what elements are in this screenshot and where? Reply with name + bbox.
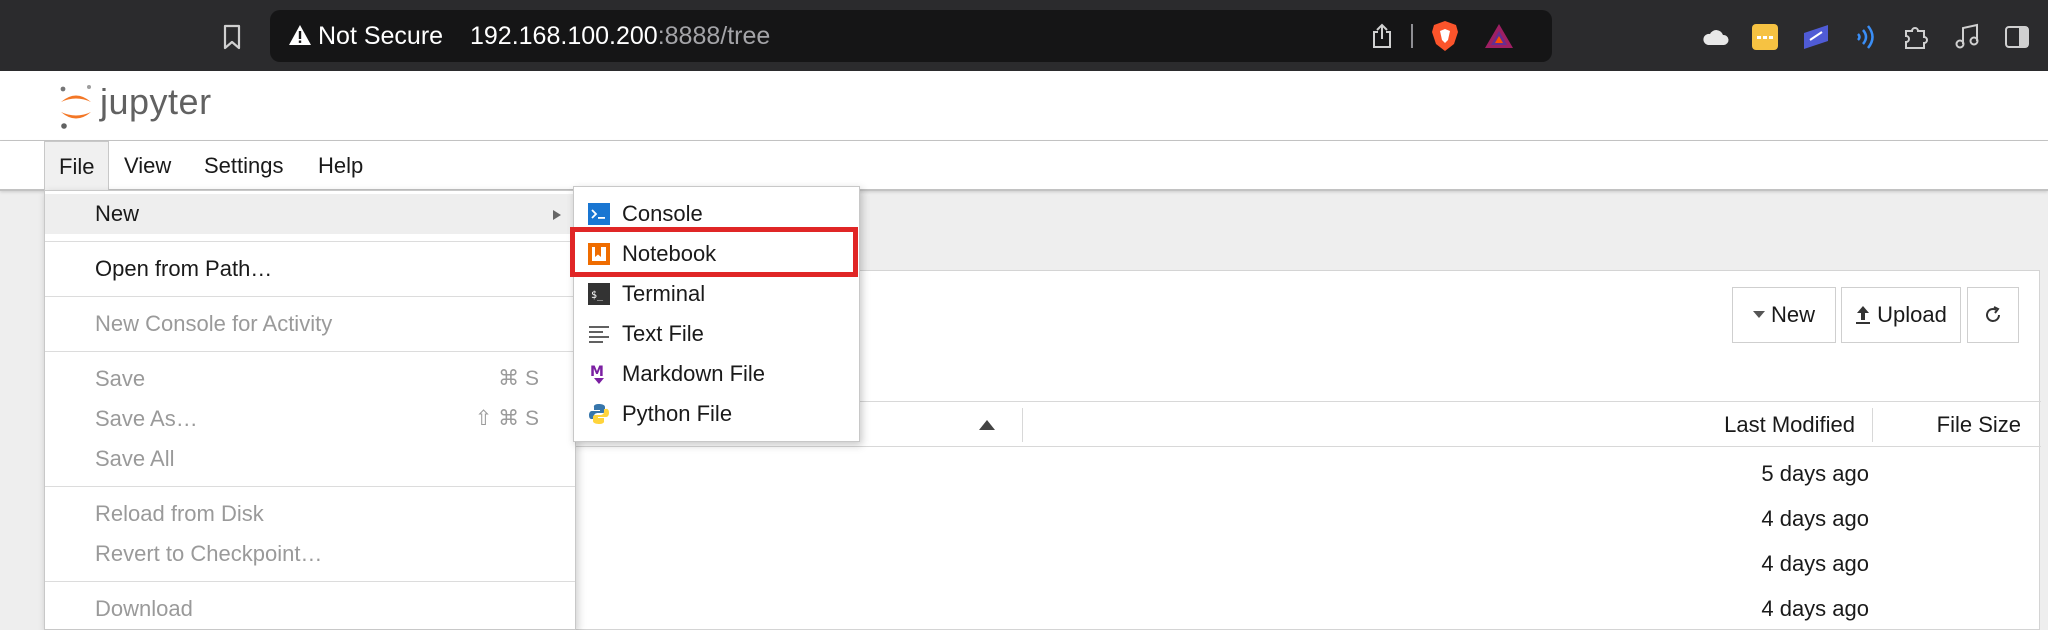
- menu-item-reload[interactable]: Reload from Disk: [45, 494, 575, 534]
- menu-item-open-from-path[interactable]: Open from Path…: [45, 249, 575, 289]
- menu-help[interactable]: Help: [304, 141, 377, 189]
- address-bar[interactable]: Not Secure 192.168.100.200:8888/tree: [270, 10, 1552, 62]
- menu-item-save-as-label: Save As…: [95, 406, 198, 431]
- brave-shield-icon[interactable]: [1430, 20, 1460, 52]
- menu-file[interactable]: File: [44, 141, 110, 191]
- svg-text:M: M: [590, 364, 604, 380]
- menu-settings[interactable]: Settings: [190, 141, 298, 189]
- jupyter-wordmark: jupyter: [100, 81, 212, 122]
- submenu-item-python-file[interactable]: Python File: [574, 394, 859, 434]
- extensions-puzzle-icon[interactable]: [1902, 23, 1930, 51]
- menu-separator: [45, 581, 575, 582]
- refresh-button[interactable]: [1967, 287, 2019, 343]
- markdown-icon: M: [590, 364, 604, 384]
- menu-item-new-console[interactable]: New Console for Activity: [45, 304, 575, 344]
- address-separator: [1411, 24, 1413, 48]
- submenu-item-terminal[interactable]: $_ Terminal: [574, 274, 859, 314]
- notebook-highlight-box: [570, 227, 858, 277]
- submenu-item-python-file-label: Python File: [622, 401, 733, 426]
- menu-separator: [45, 296, 575, 297]
- new-button[interactable]: New: [1732, 287, 1836, 343]
- not-secure-label: Not Secure: [318, 22, 444, 50]
- read-aloud-extension-icon[interactable]: [1853, 23, 1879, 51]
- url-path: :8888/tree: [657, 22, 771, 50]
- column-divider[interactable]: [1872, 408, 1873, 442]
- upload-button[interactable]: Upload: [1841, 287, 1961, 343]
- menu-item-revert[interactable]: Revert to Checkpoint…: [45, 534, 575, 574]
- url-host: 192.168.100.200: [470, 22, 658, 50]
- upload-icon: [1856, 306, 1871, 324]
- media-music-icon[interactable]: [1953, 23, 1981, 51]
- share-icon[interactable]: [1370, 23, 1394, 49]
- upload-button-label: Upload: [1877, 302, 1947, 327]
- new-button-label: New: [1770, 302, 1815, 327]
- menu-item-save[interactable]: Save ⌘ S: [45, 359, 575, 399]
- menu-item-new-label: New: [95, 201, 140, 226]
- terminal-icon: $_: [588, 283, 610, 305]
- caret-down-icon: [1752, 311, 1765, 318]
- menu-item-download[interactable]: Download: [45, 589, 575, 629]
- menu-item-new[interactable]: New: [45, 194, 575, 234]
- chevron-right-icon: [553, 210, 561, 220]
- submenu-item-markdown-file[interactable]: M Markdown File: [574, 354, 859, 394]
- column-file-size[interactable]: File Size: [1937, 412, 2021, 438]
- warning-icon: [289, 25, 311, 45]
- save-as-shortcut: ⇧ ⌘ S: [474, 407, 539, 430]
- file-dropdown-menu: New Open from Path… New Console for Acti…: [44, 190, 576, 630]
- sort-ascending-icon[interactable]: [979, 420, 995, 430]
- refresh-icon: [1986, 306, 2000, 322]
- url-text[interactable]: 192.168.100.200:8888/tree: [470, 22, 770, 51]
- menu-separator: [45, 241, 575, 242]
- python-icon: [589, 404, 609, 424]
- submenu-item-console-label: Console: [622, 201, 703, 226]
- text-file-icon: [589, 326, 609, 343]
- row-modified: 4 days ago: [1761, 506, 1869, 531]
- menu-item-save-label: Save: [95, 366, 146, 391]
- menu-view[interactable]: View: [110, 141, 185, 189]
- save-shortcut: ⌘ S: [498, 367, 539, 390]
- console-icon: [588, 203, 610, 225]
- column-last-modified[interactable]: Last Modified: [1724, 412, 1855, 438]
- menu-bar: File View Settings Help: [0, 141, 2048, 191]
- menu-separator: [45, 351, 575, 352]
- menu-item-save-as[interactable]: Save As… ⇧ ⌘ S: [45, 399, 575, 439]
- tag-extension-icon[interactable]: [1802, 23, 1830, 51]
- submenu-item-terminal-label: Terminal: [622, 281, 706, 306]
- browser-toolbar: Not Secure 192.168.100.200:8888/tree: [0, 0, 2048, 71]
- menu-item-save-all[interactable]: Save All: [45, 439, 575, 479]
- new-submenu: Console Notebook $_ Terminal Text File M…: [573, 186, 860, 442]
- rewards-triangle-icon[interactable]: [1484, 23, 1514, 49]
- submenu-item-text-file-label: Text File: [622, 321, 704, 346]
- bookmark-icon[interactable]: [222, 24, 242, 50]
- row-modified: 4 days ago: [1761, 551, 1869, 576]
- submenu-item-text-file[interactable]: Text File: [574, 314, 859, 354]
- notes-extension-icon[interactable]: [1751, 23, 1779, 51]
- column-divider[interactable]: [1022, 408, 1023, 442]
- row-modified: 5 days ago: [1761, 461, 1869, 486]
- cloud-extension-icon[interactable]: [1700, 23, 1730, 51]
- sidebar-toggle-icon[interactable]: [2003, 23, 2031, 51]
- row-modified: 4 days ago: [1761, 596, 1869, 621]
- jupyter-header: jupyter: [0, 71, 2048, 141]
- svg-text:$_: $_: [591, 290, 604, 301]
- submenu-item-markdown-file-label: Markdown File: [622, 361, 766, 386]
- menu-separator: [45, 486, 575, 487]
- jupyter-logo-icon[interactable]: [56, 83, 96, 131]
